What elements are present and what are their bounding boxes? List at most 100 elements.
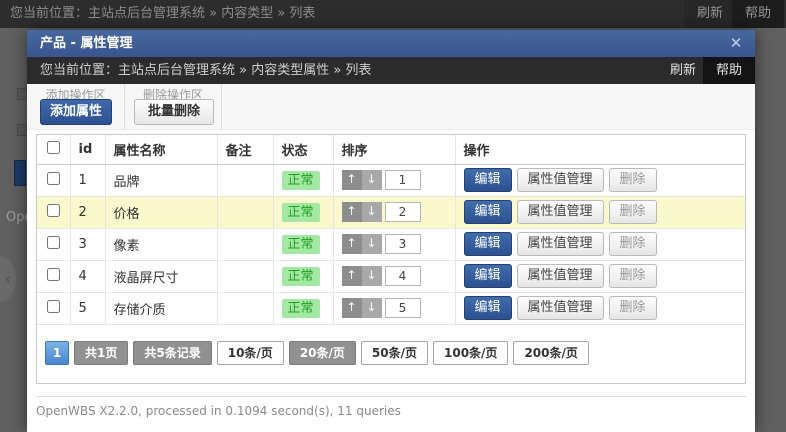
cell-name: 品牌	[105, 164, 217, 196]
sort-down-icon[interactable]: ↓	[362, 266, 382, 286]
header-sort: 排序	[333, 135, 455, 164]
cell-remark	[217, 164, 273, 196]
select-all-checkbox[interactable]	[47, 141, 60, 154]
edit-button[interactable]: 编辑	[464, 296, 512, 320]
table-row: 1 品牌 正常 ↑↓ 编辑属性值管理删除	[37, 164, 745, 196]
sort-order-input[interactable]	[385, 202, 421, 222]
parent-top-bar: 您当前位置：主站点后台管理系统 » 内容类型 » 列表 刷新 帮助	[0, 0, 786, 28]
header-status: 状态	[273, 135, 333, 164]
page-size-button[interactable]: 10条/页	[217, 341, 284, 365]
total-pages-label: 共1页	[74, 341, 128, 365]
cell-remark	[217, 260, 273, 292]
total-records-label: 共5条记录	[133, 341, 211, 365]
row-checkbox[interactable]	[47, 300, 60, 313]
page-size-button[interactable]: 200条/页	[513, 341, 588, 365]
header-actions: 操作	[455, 135, 745, 164]
row-checkbox[interactable]	[47, 236, 60, 249]
status-badge: 正常	[282, 235, 320, 254]
delete-button[interactable]: 删除	[609, 168, 657, 192]
table-row: 3 像素 正常 ↑↓ 编辑属性值管理删除	[37, 228, 745, 260]
sort-up-icon[interactable]: ↑	[342, 170, 362, 190]
sort-order-input[interactable]	[385, 266, 421, 286]
parent-refresh-button[interactable]: 刷新	[684, 0, 736, 28]
status-badge: 正常	[282, 267, 320, 286]
cell-name: 液晶屏尺寸	[105, 260, 217, 292]
edit-button[interactable]: 编辑	[464, 232, 512, 256]
header-name: 属性名称	[105, 135, 217, 164]
edit-button[interactable]: 编辑	[464, 264, 512, 288]
cell-name: 存储介质	[105, 292, 217, 324]
sort-up-icon[interactable]: ↑	[342, 234, 362, 254]
table-row: 4 液晶屏尺寸 正常 ↑↓ 编辑属性值管理删除	[37, 260, 745, 292]
sort-up-icon[interactable]: ↑	[342, 298, 362, 318]
dialog-title: 产品 - 属性管理	[40, 36, 132, 51]
sort-order-input[interactable]	[385, 234, 421, 254]
status-badge: 正常	[282, 203, 320, 222]
sort-order-input[interactable]	[385, 170, 421, 190]
attribute-manager-dialog: 产品 - 属性管理 ✕ 您当前位置：主站点后台管理系统 » 内容类型属性 » 列…	[27, 30, 755, 432]
sort-up-icon[interactable]: ↑	[342, 202, 362, 222]
cell-name: 像素	[105, 228, 217, 260]
attribute-values-button[interactable]: 属性值管理	[517, 232, 604, 256]
attribute-table-container: id 属性名称 备注 状态 排序 操作 1 品牌 正常 ↑↓	[36, 134, 746, 384]
footer-status-text: OpenWBS X2.2.0, processed in 0.1094 seco…	[36, 404, 401, 418]
refresh-button[interactable]: 刷新	[657, 57, 709, 84]
header-id: id	[70, 135, 105, 164]
row-checkbox[interactable]	[47, 172, 60, 185]
dialog-title-bar: 产品 - 属性管理 ✕	[27, 30, 755, 57]
row-checkbox[interactable]	[47, 268, 60, 281]
attribute-values-button[interactable]: 属性值管理	[517, 168, 604, 192]
attribute-values-button[interactable]: 属性值管理	[517, 264, 604, 288]
table-header-row: id 属性名称 备注 状态 排序 操作	[37, 135, 745, 164]
cell-id: 1	[70, 164, 105, 196]
attribute-values-button[interactable]: 属性值管理	[517, 200, 604, 224]
add-attribute-button[interactable]: 添加属性	[40, 99, 112, 125]
attribute-values-button[interactable]: 属性值管理	[517, 296, 604, 320]
delete-button[interactable]: 删除	[609, 200, 657, 224]
footer-divider	[36, 396, 746, 397]
edit-button[interactable]: 编辑	[464, 168, 512, 192]
toolbar: 添加操作区 添加属性 删除操作区 批量删除	[27, 84, 755, 130]
page-number-button[interactable]: 1	[45, 341, 69, 365]
help-button[interactable]: 帮助	[703, 57, 755, 84]
status-badge: 正常	[282, 171, 320, 190]
background-button-fragment	[14, 160, 26, 186]
batch-delete-button[interactable]: 批量删除	[134, 99, 214, 125]
pagination: 1共1页共5条记录10条/页20条/页50条/页100条/页200条/页	[37, 325, 745, 365]
cell-remark	[217, 196, 273, 228]
delete-button[interactable]: 删除	[609, 232, 657, 256]
edit-button[interactable]: 编辑	[464, 200, 512, 224]
sort-down-icon[interactable]: ↓	[362, 170, 382, 190]
sort-up-icon[interactable]: ↑	[342, 266, 362, 286]
page-size-button-active[interactable]: 20条/页	[289, 341, 356, 365]
table-row: 5 存储介质 正常 ↑↓ 编辑属性值管理删除	[37, 292, 745, 324]
breadcrumb: 您当前位置：主站点后台管理系统 » 内容类型属性 » 列表	[40, 63, 371, 78]
parent-help-button[interactable]: 帮助	[732, 0, 784, 28]
attribute-table: id 属性名称 备注 状态 排序 操作 1 品牌 正常 ↑↓	[37, 135, 745, 325]
page-size-button[interactable]: 100条/页	[433, 341, 508, 365]
row-checkbox[interactable]	[47, 204, 60, 217]
delete-action-group: 删除操作区 批量删除	[125, 84, 222, 130]
cell-remark	[217, 228, 273, 260]
sort-down-icon[interactable]: ↓	[362, 202, 382, 222]
cell-id: 5	[70, 292, 105, 324]
cell-name: 价格	[105, 196, 217, 228]
parent-breadcrumb: 您当前位置：主站点后台管理系统 » 内容类型 » 列表	[10, 0, 315, 28]
page-size-button[interactable]: 50条/页	[361, 341, 428, 365]
add-action-group: 添加操作区 添加属性	[27, 84, 125, 130]
sort-down-icon[interactable]: ↓	[362, 234, 382, 254]
cell-id: 3	[70, 228, 105, 260]
cell-remark	[217, 292, 273, 324]
cell-id: 2	[70, 196, 105, 228]
dialog-breadcrumb-bar: 您当前位置：主站点后台管理系统 » 内容类型属性 » 列表 刷新 帮助	[27, 57, 755, 84]
delete-button[interactable]: 删除	[609, 264, 657, 288]
close-icon[interactable]: ✕	[725, 30, 747, 57]
status-badge: 正常	[282, 299, 320, 318]
sidebar-collapse-handle-icon[interactable]: ‹	[0, 256, 16, 302]
table-row: 2 价格 正常 ↑↓ 编辑属性值管理删除	[37, 196, 745, 228]
cell-id: 4	[70, 260, 105, 292]
header-remark: 备注	[217, 135, 273, 164]
sort-order-input[interactable]	[385, 298, 421, 318]
delete-button[interactable]: 删除	[609, 296, 657, 320]
sort-down-icon[interactable]: ↓	[362, 298, 382, 318]
